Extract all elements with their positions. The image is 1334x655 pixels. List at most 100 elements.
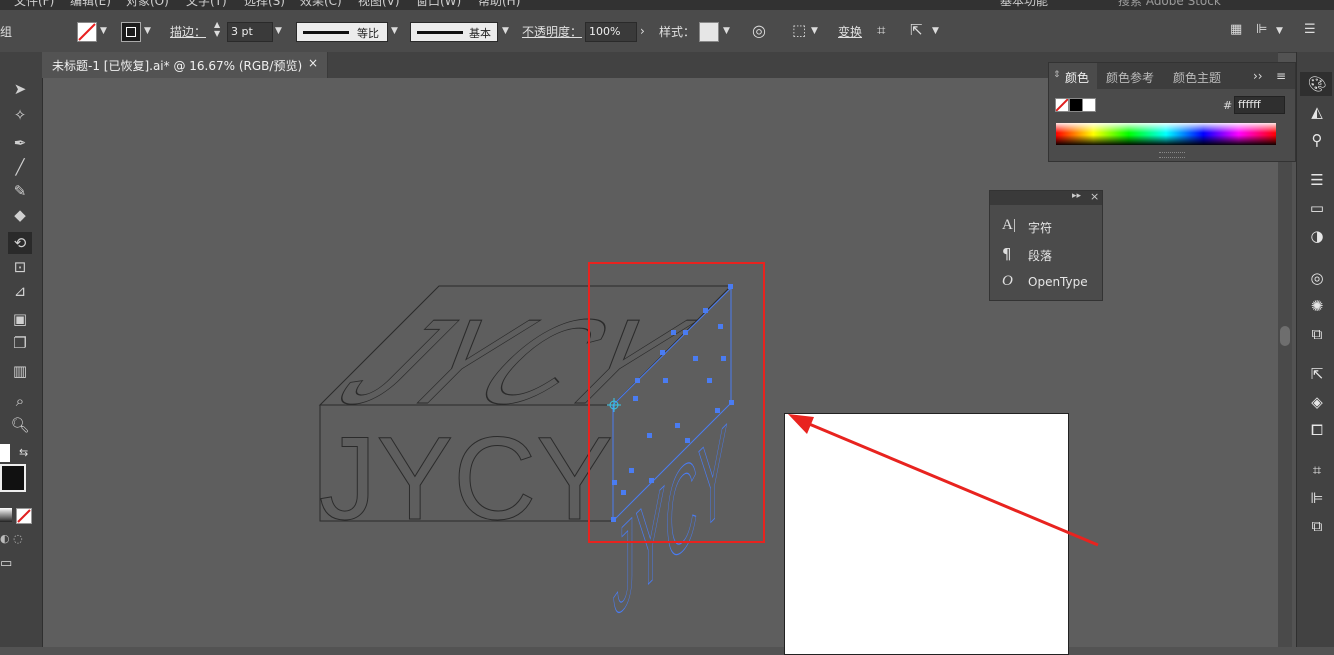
opacity-field[interactable]: 100% (585, 22, 637, 42)
color-guide-icon[interactable]: ◭ (1307, 102, 1327, 122)
fill-swatch[interactable] (77, 22, 97, 42)
menu-help[interactable]: 帮助(H) (478, 0, 520, 9)
none-swatch[interactable] (1055, 98, 1069, 112)
chevron-down-icon[interactable]: ▼ (1276, 26, 1283, 36)
isolate-icon[interactable]: ⌗ (877, 21, 885, 39)
chevron-down-icon[interactable]: ▼ (723, 26, 730, 36)
chevron-down-icon[interactable]: ▼ (932, 26, 939, 36)
panel-item-character[interactable]: A| 字符 (1000, 217, 1100, 237)
stroke-weight-field[interactable]: 3 pt (227, 22, 273, 42)
variable-width-profile[interactable]: 等比 (296, 22, 388, 42)
pen-tool-icon[interactable]: ✒ (8, 132, 32, 154)
scrollbar-thumb[interactable] (1280, 326, 1290, 346)
chevron-down-icon[interactable]: ▼ (100, 26, 107, 36)
chevron-down-icon[interactable]: ▼ (275, 26, 282, 36)
type-panel-header[interactable]: ▸▸ × (990, 190, 1102, 205)
brush-definition[interactable]: 基本 (410, 22, 498, 42)
close-icon[interactable]: × (1090, 190, 1099, 203)
free-transform-icon[interactable]: ⊡ (8, 256, 32, 278)
draw-mode-icon[interactable]: ◐ ◌ (0, 532, 23, 545)
menu-file[interactable]: 文件(F) (14, 0, 54, 9)
color-panel: ⇕ 颜色 颜色参考 颜色主题 ›› ≡ # ffffff (1048, 62, 1296, 162)
color-themes-icon[interactable]: ⚲ (1307, 130, 1327, 150)
layout-icon[interactable]: ⊫ (1256, 22, 1267, 37)
eraser-tool-icon[interactable]: ◆ (8, 204, 32, 226)
close-icon[interactable]: × (308, 56, 318, 70)
chevron-down-icon[interactable]: ▼ (144, 26, 151, 36)
gradient-tool-icon[interactable]: ▣ (8, 308, 32, 330)
swap-icon[interactable]: ⇆ (19, 446, 28, 459)
shape-builder-icon[interactable]: ⊿ (8, 280, 32, 302)
stroke-indicator[interactable] (0, 464, 26, 492)
pathfinder-panel-icon[interactable]: ⧉ (1307, 516, 1327, 536)
arrange-documents-icon[interactable]: ▦ (1230, 22, 1242, 37)
document-tab[interactable]: 未标题-1 [已恢复].ai* @ 16.67% (RGB/预览) × (42, 52, 328, 78)
fill-indicator[interactable] (0, 444, 10, 462)
control-bar: 组 ▼ ▼ 描边： ▲ ▼ 3 pt ▼ 等比 ▼ 基本 ▼ 不透明度： 100%… (0, 10, 1334, 53)
magic-wand-icon[interactable]: ✧ (8, 104, 32, 126)
align-selection-icon[interactable]: ⬚ (792, 21, 806, 39)
artboard-canvas[interactable]: JYCY JYCY JYCY (43, 78, 1278, 647)
gradient-mode-icon[interactable] (0, 508, 12, 522)
panel-expand-icon[interactable]: ▸▸ (1072, 191, 1081, 201)
blend-tool-icon[interactable]: ❐ (8, 332, 32, 354)
resize-grip-icon[interactable] (1159, 152, 1185, 158)
transparency-panel-icon[interactable]: ◑ (1307, 226, 1327, 246)
graphic-style-swatch[interactable] (699, 22, 719, 42)
workspace-switcher[interactable]: 基本功能 (1000, 0, 1048, 9)
menu-object[interactable]: 对象(O) (126, 0, 169, 9)
stroke-panel-icon[interactable]: ☰ (1307, 170, 1327, 190)
none-mode-icon[interactable] (16, 508, 32, 524)
transform-panel-icon[interactable]: ⌗ (1307, 460, 1327, 480)
selection-tool-icon[interactable]: ➤ (8, 78, 32, 100)
stepper-icon[interactable]: ▲ ▼ (214, 20, 220, 38)
export-panel-icon[interactable]: ⇱ (1307, 364, 1327, 384)
gradient-panel-icon[interactable]: ▭ (1307, 198, 1327, 218)
recolor-icon[interactable]: ◎ (752, 21, 766, 40)
artboards-panel-icon[interactable]: ⧠ (1307, 420, 1327, 440)
menu-type[interactable]: 文字(T) (186, 0, 227, 9)
brush-tool-icon[interactable]: ✎ (8, 180, 32, 202)
panel-menu-icon[interactable]: ≡ (1276, 69, 1286, 83)
chevron-down-icon[interactable]: ▼ (391, 26, 398, 36)
chevron-down-icon[interactable]: ▼ (502, 26, 509, 36)
chevron-down-icon[interactable]: ▼ (811, 26, 818, 36)
puppet-icon[interactable]: ⇱ (910, 21, 923, 39)
menu-select[interactable]: 选择(S) (244, 0, 285, 9)
stroke-swatch[interactable] (121, 22, 141, 42)
symbols-panel-icon[interactable]: ⧉ (1307, 324, 1327, 344)
panel-menu-icon[interactable]: ☰ (1304, 22, 1316, 37)
layers-panel-icon[interactable]: ◈ (1307, 392, 1327, 412)
screen-mode-icon[interactable]: ▭ (0, 556, 12, 571)
menu-effect[interactable]: 效果(C) (300, 0, 342, 9)
graph-tool-icon[interactable]: ▥ (8, 360, 32, 382)
transform-button[interactable]: 变换 (838, 23, 862, 40)
color-spectrum[interactable] (1056, 123, 1276, 145)
appearance-panel-icon[interactable]: ◎ (1307, 268, 1327, 288)
right-dock: 🎨︎ ◭ ⚲ ☰ ▭ ◑ ◎ ✺ ⧉ ⇱ ◈ ⧠ ⌗ ⊫ ⧉ (1296, 52, 1334, 647)
stock-search[interactable]: 搜索 Adobe Stock (1118, 0, 1221, 9)
hex-input[interactable]: ffffff (1234, 96, 1285, 114)
panel-expand-icon[interactable]: ›› (1253, 69, 1263, 83)
align-panel-icon[interactable]: ⊫ (1307, 488, 1327, 508)
panel-item-paragraph[interactable]: ¶ 段落 (1000, 245, 1100, 265)
white-swatch[interactable] (1082, 98, 1096, 112)
tab-color-themes[interactable]: 颜色主题 (1173, 69, 1221, 86)
vertical-scrollbar[interactable] (1278, 78, 1292, 647)
menu-window[interactable]: 窗口(W) (416, 0, 461, 9)
tab-color[interactable]: ⇕ 颜色 (1049, 63, 1097, 89)
menu-edit[interactable]: 编辑(E) (70, 0, 111, 9)
color-palette-icon[interactable]: 🎨︎ (1307, 74, 1327, 94)
zoom-tool-icon[interactable]: 🔍︎ (8, 414, 32, 436)
black-swatch[interactable] (1069, 98, 1083, 112)
eyedropper-tool-icon[interactable]: ⌕ (8, 390, 32, 412)
chevron-right-icon[interactable]: › (640, 24, 645, 38)
arrow-shaft (801, 419, 1099, 547)
tab-color-guide[interactable]: 颜色参考 (1106, 69, 1154, 86)
line-tool-icon[interactable]: ╱ (8, 156, 32, 178)
panel-item-opentype[interactable]: O OpenType (1000, 273, 1100, 293)
rotate-tool-icon[interactable]: ⟲ (8, 232, 32, 254)
graphic-styles-icon[interactable]: ✺ (1307, 296, 1327, 316)
menu-view[interactable]: 视图(V) (358, 0, 400, 9)
none-fill-icon (78, 23, 96, 41)
